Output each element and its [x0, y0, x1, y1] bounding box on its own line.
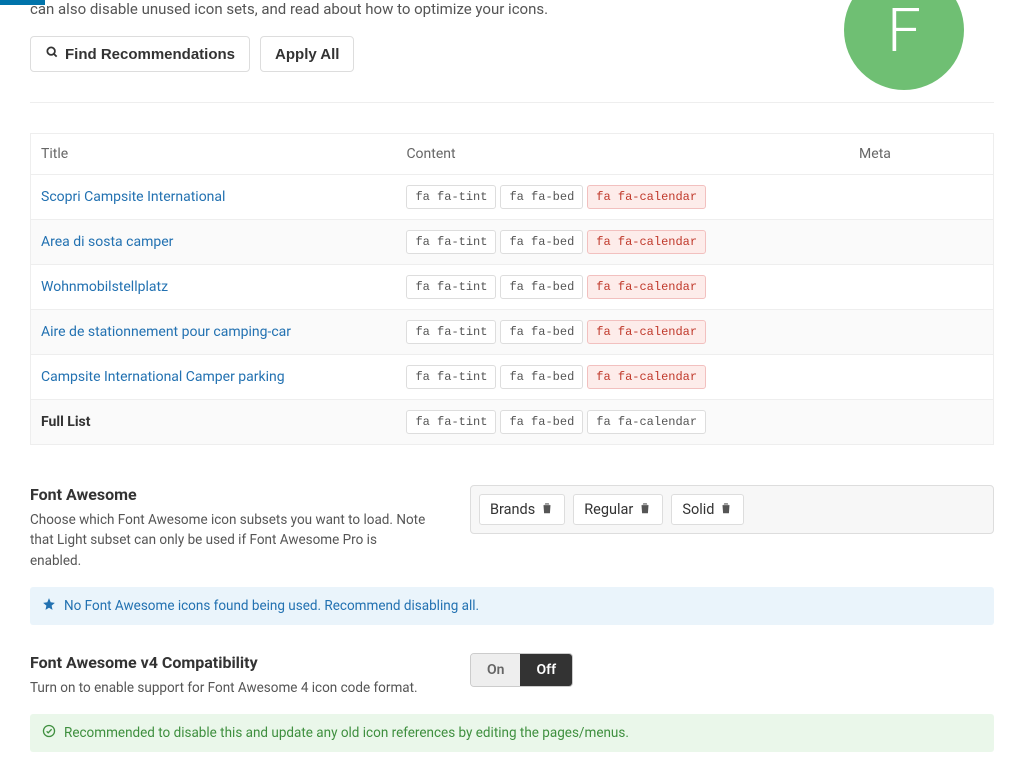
icon-tag[interactable]: fa fa-tint: [406, 365, 496, 389]
icon-tag[interactable]: fa fa-calendar: [587, 365, 706, 389]
toggle-on[interactable]: On: [471, 654, 520, 686]
subset-chip[interactable]: Solid: [671, 494, 744, 525]
trash-icon[interactable]: [638, 501, 652, 518]
subset-chip[interactable]: Regular: [573, 494, 663, 525]
icon-tag[interactable]: fa fa-bed: [500, 320, 583, 344]
subset-chip-label: Brands: [490, 501, 535, 518]
subset-chip-label: Regular: [584, 501, 633, 518]
icon-tag[interactable]: fa fa-tint: [406, 410, 496, 434]
trash-icon[interactable]: [719, 501, 733, 518]
icon-tag[interactable]: fa fa-bed: [500, 230, 583, 254]
icon-tag[interactable]: fa fa-bed: [500, 275, 583, 299]
icon-tag[interactable]: fa fa-tint: [406, 185, 496, 209]
table-row: Full List fa fa-tintfa fa-bedfa fa-calend…: [31, 400, 994, 445]
apply-all-button[interactable]: Apply All: [260, 36, 354, 72]
fa-desc: Choose which Font Awesome icon subsets y…: [30, 510, 430, 571]
subset-chip-label: Solid: [682, 501, 714, 518]
icon-tag[interactable]: fa fa-bed: [500, 365, 583, 389]
row-meta: [849, 310, 993, 355]
table-row: Area di sosta camper fa fa-tintfa fa-bedf…: [31, 220, 994, 265]
col-meta: Meta: [849, 134, 993, 175]
find-recommendations-button[interactable]: Find Recommendations: [30, 36, 250, 72]
row-meta: [849, 265, 993, 310]
search-icon: [45, 45, 59, 63]
icon-tag[interactable]: fa fa-calendar: [587, 320, 706, 344]
col-title: Title: [31, 134, 397, 175]
trash-icon[interactable]: [540, 501, 554, 518]
table-row: Campsite International Camper parking fa …: [31, 355, 994, 400]
fa4-success-text: Recommended to disable this and update a…: [64, 725, 629, 741]
icon-tag[interactable]: fa fa-bed: [500, 410, 583, 434]
row-title: Full List: [41, 414, 90, 430]
divider: [30, 102, 994, 103]
fa-info-text: No Font Awesome icons found being used. …: [64, 598, 479, 614]
row-title-link[interactable]: Area di sosta camper: [41, 234, 173, 250]
row-meta: [849, 355, 993, 400]
star-icon: [42, 597, 56, 615]
icon-tag[interactable]: fa fa-bed: [500, 185, 583, 209]
icon-tag[interactable]: fa fa-calendar: [587, 410, 706, 434]
row-title-link[interactable]: Scopri Campsite International: [41, 189, 225, 205]
recommendations-table: Title Content Meta Scopri Campsite Inter…: [30, 133, 994, 445]
table-row: Aire de stationnement pour camping-car fa…: [31, 310, 994, 355]
fa4-desc: Turn on to enable support for Font Aweso…: [30, 678, 430, 698]
subset-chip[interactable]: Brands: [479, 494, 565, 525]
icon-tag[interactable]: fa fa-tint: [406, 275, 496, 299]
grade-badge: F: [844, 0, 964, 90]
icon-tag[interactable]: fa fa-tint: [406, 230, 496, 254]
table-row: Wohnmobilstellplatz fa fa-tintfa fa-bedfa…: [31, 265, 994, 310]
icon-tag[interactable]: fa fa-calendar: [587, 230, 706, 254]
icon-tag[interactable]: fa fa-calendar: [587, 275, 706, 299]
col-content: Content: [396, 134, 849, 175]
loading-bar: [0, 0, 45, 5]
row-meta: [849, 175, 993, 220]
row-title-link[interactable]: Wohnmobilstellplatz: [41, 279, 168, 295]
table-row: Scopri Campsite Internationalfa fa-tintf…: [31, 175, 994, 220]
fa-subsets: Brands Regular Solid: [470, 485, 994, 534]
row-title-link[interactable]: Aire de stationnement pour camping-car: [41, 324, 291, 340]
toggle-off[interactable]: Off: [520, 654, 572, 686]
apply-all-label: Apply All: [275, 46, 339, 63]
row-meta: [849, 400, 993, 445]
fa-info-notice: No Font Awesome icons found being used. …: [30, 587, 994, 625]
row-meta: [849, 220, 993, 265]
row-title-link[interactable]: Campsite International Camper parking: [41, 369, 285, 385]
icon-tag[interactable]: fa fa-tint: [406, 320, 496, 344]
fa-title: Font Awesome: [30, 485, 430, 504]
find-recommendations-label: Find Recommendations: [65, 46, 235, 63]
fa4-toggle[interactable]: On Off: [470, 653, 573, 687]
icon-tag[interactable]: fa fa-calendar: [587, 185, 706, 209]
check-circle-icon: [42, 724, 56, 742]
fa4-title: Font Awesome v4 Compatibility: [30, 653, 430, 672]
fa4-success-notice: Recommended to disable this and update a…: [30, 714, 994, 752]
